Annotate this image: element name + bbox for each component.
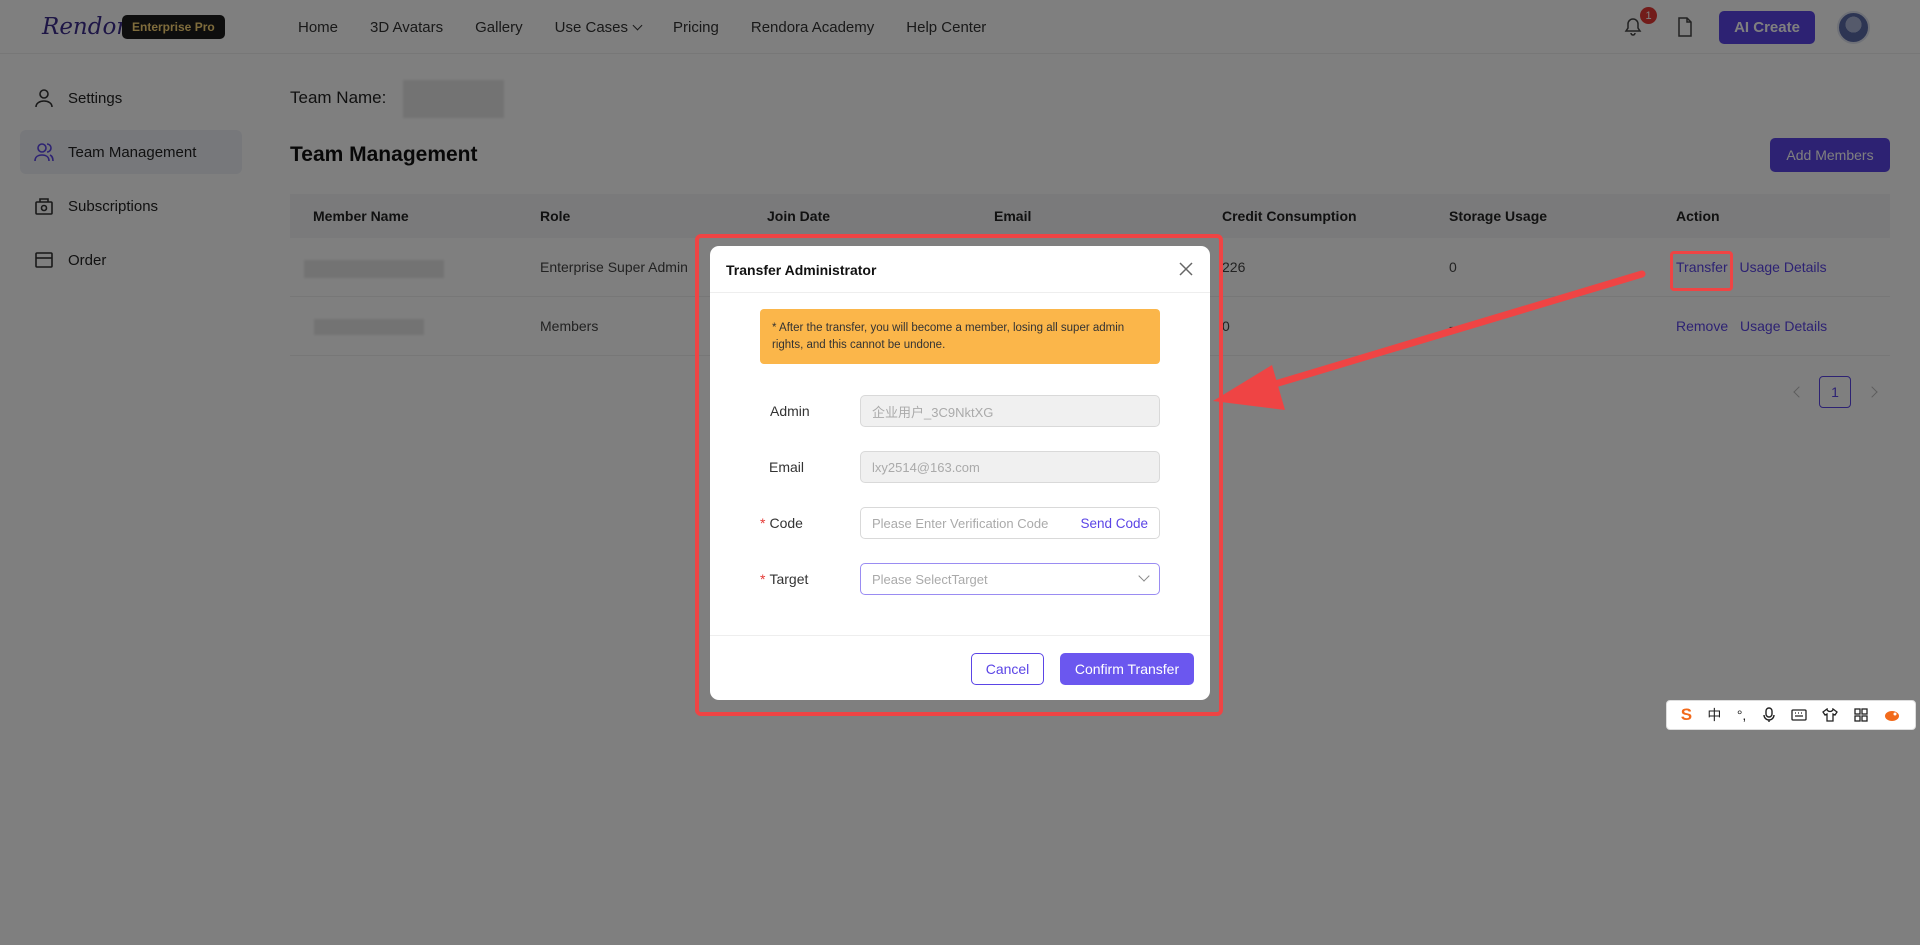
- keyboard-icon[interactable]: [1791, 708, 1807, 722]
- skin-icon[interactable]: [1822, 708, 1839, 722]
- ime-toolbar: S 中 °,: [1666, 700, 1916, 730]
- microphone-icon[interactable]: [1762, 707, 1776, 723]
- ime-punctuation-toggle[interactable]: °,: [1737, 707, 1747, 723]
- transfer-highlight-annotation: [1670, 251, 1733, 291]
- modal-highlight-annotation: [695, 234, 1223, 716]
- ime-mascot-icon[interactable]: [1883, 708, 1901, 722]
- grid-menu-icon[interactable]: [1854, 708, 1868, 722]
- ime-chinese-toggle[interactable]: 中: [1707, 705, 1721, 725]
- ime-logo[interactable]: S: [1681, 705, 1692, 725]
